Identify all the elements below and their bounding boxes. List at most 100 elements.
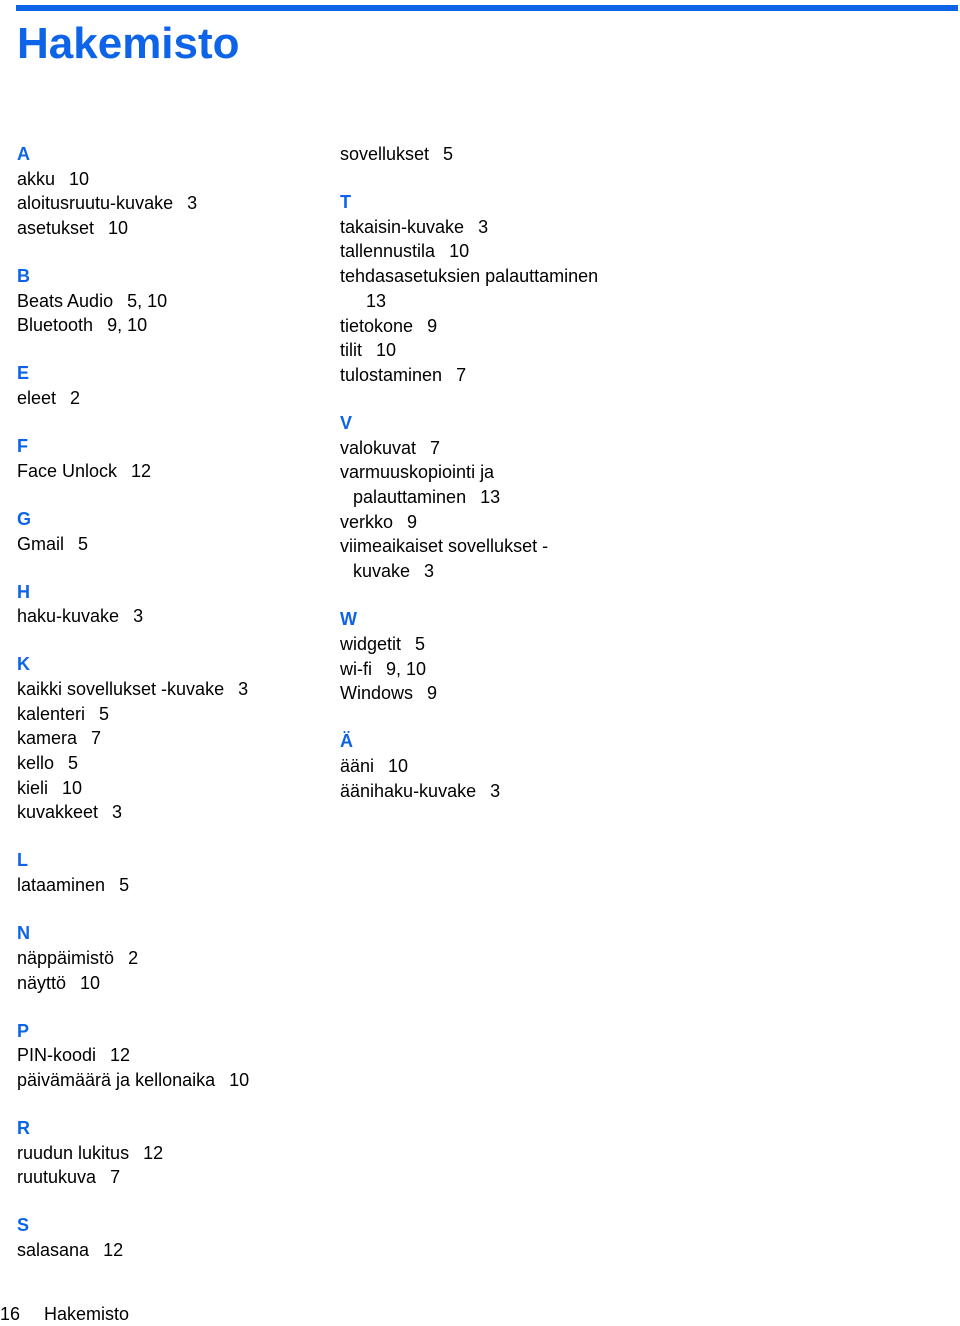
entry-pages[interactable]: 12 bbox=[110, 1045, 130, 1065]
entry-pages[interactable]: 9, 10 bbox=[107, 315, 147, 335]
entry-pages[interactable]: 2 bbox=[70, 388, 80, 408]
entry-term: näppäimistö bbox=[17, 947, 115, 968]
entry-pages[interactable]: 3 bbox=[478, 217, 488, 237]
entry-pages[interactable]: 3 bbox=[133, 606, 143, 626]
top-rule-divider bbox=[16, 5, 958, 11]
index-entry: kuvakkeet 3 bbox=[17, 800, 327, 825]
section-letter: H bbox=[17, 581, 30, 602]
index-section-l: L lataaminen 5 bbox=[17, 848, 327, 897]
section-letter: Ä bbox=[340, 731, 353, 752]
entry-pages[interactable]: 5 bbox=[99, 704, 109, 724]
entry-term: ääni bbox=[340, 755, 375, 776]
entry-pages[interactable]: 12 bbox=[131, 461, 151, 481]
entry-pages[interactable]: 10 bbox=[229, 1070, 249, 1090]
index-column-right: sovellukset 5 T takaisin-kuvake 3 tallennu… bbox=[340, 142, 640, 827]
entry-term: Windows bbox=[340, 683, 414, 704]
entry-term: lataaminen bbox=[17, 875, 106, 896]
section-letter: G bbox=[17, 508, 32, 529]
entry-pages[interactable]: 2 bbox=[128, 948, 138, 968]
index-entry: kello 5 bbox=[17, 751, 327, 776]
entry-term: kaikki sovellukset -kuvake bbox=[17, 678, 225, 699]
section-letter: W bbox=[340, 609, 357, 630]
entry-pages[interactable]: 10 bbox=[388, 756, 408, 776]
index-section-e: E eleet 2 bbox=[17, 361, 327, 410]
index-entry: tallennustila 10 bbox=[340, 239, 640, 264]
index-section-p: P PIN-koodi 12 päivämäärä ja kellonaika 10 bbox=[17, 1019, 327, 1093]
entry-term: wi-fi bbox=[340, 658, 372, 679]
footer-page-number: 16 bbox=[0, 1304, 21, 1324]
section-letter: N bbox=[17, 923, 30, 944]
index-section-g: G Gmail 5 bbox=[17, 507, 327, 556]
entry-term: takaisin-kuvake bbox=[340, 216, 465, 237]
index-entry: Face Unlock 12 bbox=[17, 459, 327, 484]
index-entry: näppäimistö 2 bbox=[17, 946, 327, 971]
entry-term: asetukset bbox=[17, 218, 95, 239]
index-section-b: B Beats Audio 5, 10 Bluetooth 9, 10 bbox=[17, 264, 327, 338]
entry-pages[interactable]: 5, 10 bbox=[127, 291, 167, 311]
entry-pages[interactable]: 12 bbox=[143, 1143, 163, 1163]
entry-pages[interactable]: 5 bbox=[443, 144, 453, 164]
index-entry: takaisin-kuvake 3 bbox=[340, 215, 640, 240]
index-column-left: A akku 10 aloitusruutu-kuvake 3 asetukset 1… bbox=[17, 142, 327, 1286]
index-section-n: N näppäimistö 2 näyttö 10 bbox=[17, 921, 327, 995]
entry-pages[interactable]: 10 bbox=[62, 778, 82, 798]
entry-pages[interactable]: 9 bbox=[427, 316, 437, 336]
entry-pages[interactable]: 5 bbox=[415, 634, 425, 654]
entry-pages[interactable]: 13 bbox=[366, 291, 386, 311]
entry-pages[interactable]: 3 bbox=[424, 561, 434, 581]
entry-pages[interactable]: 10 bbox=[108, 218, 128, 238]
entry-pages[interactable]: 3 bbox=[238, 679, 248, 699]
index-entry: asetukset 10 bbox=[17, 216, 327, 241]
index-entry: Beats Audio 5, 10 bbox=[17, 289, 327, 314]
entry-pages[interactable]: 5 bbox=[119, 875, 129, 895]
entry-pages[interactable]: 10 bbox=[376, 340, 396, 360]
entry-pages[interactable]: 3 bbox=[490, 781, 500, 801]
index-entry: viimeaikaiset sovellukset -kuvake 3 bbox=[340, 534, 585, 583]
entry-pages[interactable]: 5 bbox=[68, 753, 78, 773]
entry-term: akku bbox=[17, 168, 56, 189]
entry-pages[interactable]: 5 bbox=[78, 534, 88, 554]
entry-term: näyttö bbox=[17, 972, 67, 993]
index-entry: wi-fi 9, 10 bbox=[340, 657, 640, 682]
index-entry: tulostaminen 7 bbox=[340, 363, 640, 388]
entry-pages[interactable]: 13 bbox=[480, 487, 500, 507]
index-entry: tietokone 9 bbox=[340, 314, 640, 339]
entry-pages[interactable]: 3 bbox=[112, 802, 122, 822]
entry-pages[interactable]: 10 bbox=[449, 241, 469, 261]
section-letter: P bbox=[17, 1020, 30, 1041]
entry-pages[interactable]: 7 bbox=[456, 365, 466, 385]
entry-term: tilit bbox=[340, 340, 362, 361]
entry-pages[interactable]: 7 bbox=[430, 438, 440, 458]
footer-section-title: Hakemisto bbox=[44, 1304, 130, 1324]
index-section-a-umlaut: Ä ääni 10 äänihaku-kuvake 3 bbox=[340, 729, 640, 803]
entry-term: Bluetooth bbox=[17, 315, 94, 336]
entry-pages[interactable]: 9 bbox=[427, 683, 437, 703]
entry-term: kuvakkeet bbox=[17, 802, 99, 823]
entry-pages[interactable]: 9, 10 bbox=[386, 659, 426, 679]
index-entry: PIN-koodi 12 bbox=[17, 1043, 327, 1068]
index-entry: Windows 9 bbox=[340, 681, 640, 706]
entry-pages[interactable]: 3 bbox=[187, 193, 197, 213]
entry-pages[interactable]: 7 bbox=[110, 1167, 120, 1187]
index-entry: aloitusruutu-kuvake 3 bbox=[17, 191, 327, 216]
index-entry: tilit 10 bbox=[340, 338, 640, 363]
index-entry: ruudun lukitus 12 bbox=[17, 1141, 327, 1166]
section-letter: T bbox=[340, 192, 351, 212]
entry-term: Gmail bbox=[17, 533, 65, 554]
entry-pages[interactable]: 7 bbox=[91, 728, 101, 748]
entry-term: verkko bbox=[340, 511, 394, 532]
index-entry: eleet 2 bbox=[17, 386, 327, 411]
entry-term: tehdasasetuksien palauttaminen bbox=[340, 266, 599, 287]
entry-pages[interactable]: 9 bbox=[407, 512, 417, 532]
index-section-h: H haku-kuvake 3 bbox=[17, 580, 327, 629]
index-entry: kamera 7 bbox=[17, 726, 327, 751]
section-letter: L bbox=[17, 850, 28, 871]
index-section-w: W widgetit 5 wi-fi 9, 10 Windows 9 bbox=[340, 607, 640, 706]
index-entry: verkko 9 bbox=[340, 510, 640, 535]
index-entry: lataaminen 5 bbox=[17, 873, 327, 898]
index-section-k: K kaikki sovellukset -kuvake 3 kalenteri 5… bbox=[17, 652, 327, 825]
entry-pages[interactable]: 10 bbox=[69, 169, 89, 189]
entry-pages[interactable]: 12 bbox=[103, 1240, 123, 1260]
index-section-a: A akku 10 aloitusruutu-kuvake 3 asetukset 1… bbox=[17, 142, 327, 241]
entry-pages[interactable]: 10 bbox=[80, 973, 100, 993]
